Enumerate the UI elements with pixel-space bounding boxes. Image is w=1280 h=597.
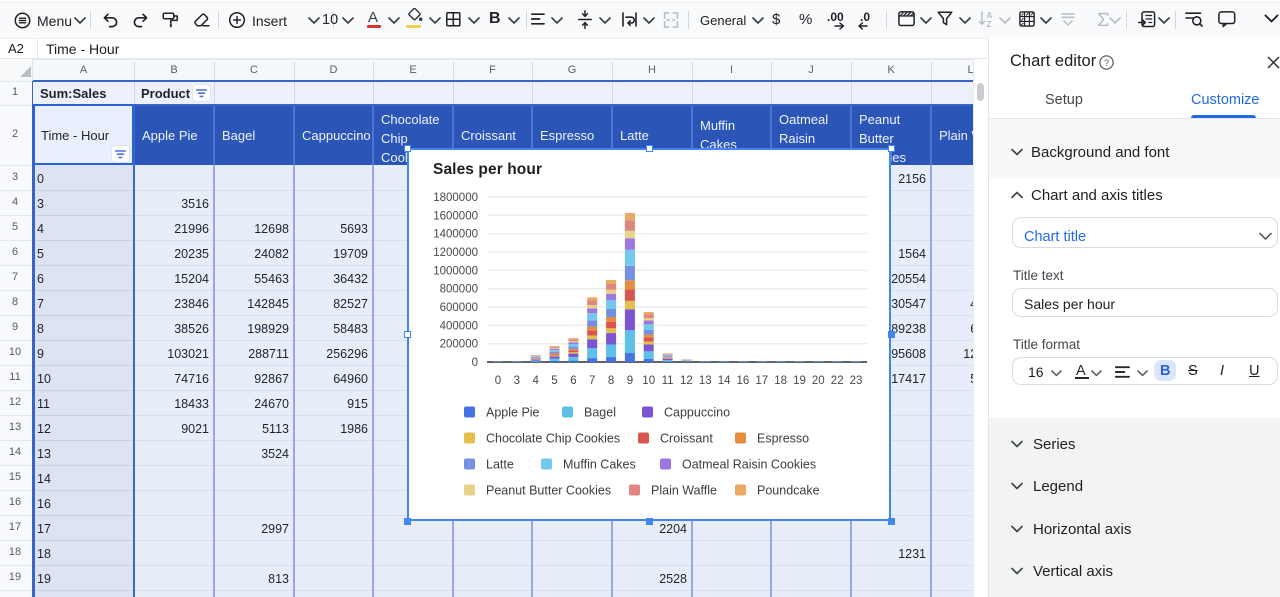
svg-text:A: A [987, 11, 993, 20]
svg-text:?: ? [1104, 58, 1109, 69]
svg-text:Z: Z [987, 20, 992, 28]
